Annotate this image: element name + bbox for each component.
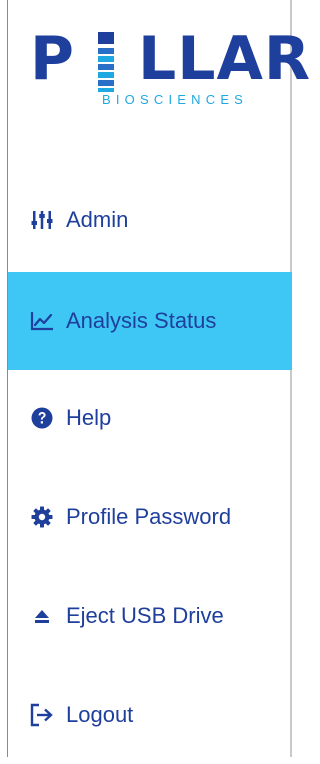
menu-item-analysis-status[interactable]: Analysis Status xyxy=(8,272,292,370)
menu-item-help-label: Help xyxy=(66,405,112,430)
logo-wordmark: P LLAR xyxy=(30,24,310,94)
logout-icon xyxy=(30,703,54,727)
menu-item-logout-label: Logout xyxy=(66,702,134,727)
sidebar: P LLAR BIOSCIENCES Admin Analysis Status… xyxy=(0,0,310,757)
sliders-icon xyxy=(30,208,54,232)
menu-item-logout[interactable]: Logout xyxy=(8,666,292,764)
gear-icon xyxy=(30,505,54,529)
menu-item-analysis-status-label: Analysis Status xyxy=(66,308,217,333)
menu-item-help[interactable]: Help xyxy=(8,369,292,467)
logo-letter-p: P xyxy=(30,24,75,94)
eject-icon xyxy=(30,604,54,628)
menu-item-admin-label: Admin xyxy=(66,207,129,232)
logo-subtitle: BIOSCIENCES xyxy=(102,92,249,107)
menu-item-admin[interactable]: Admin xyxy=(8,171,292,269)
question-circle-icon xyxy=(30,406,54,430)
line-chart-icon xyxy=(30,309,54,333)
logo-letters-llar: LLAR xyxy=(138,24,312,94)
pillar-logo[interactable]: P LLAR BIOSCIENCES xyxy=(30,24,310,116)
menu-item-eject-usb-drive[interactable]: Eject USB Drive xyxy=(8,567,292,665)
menu-item-profile-password[interactable]: Profile Password xyxy=(8,468,292,566)
menu-item-eject-usb-drive-label: Eject USB Drive xyxy=(66,603,224,628)
menu-item-profile-password-label: Profile Password xyxy=(66,504,232,529)
logo-pillar-i-icon xyxy=(98,32,114,92)
